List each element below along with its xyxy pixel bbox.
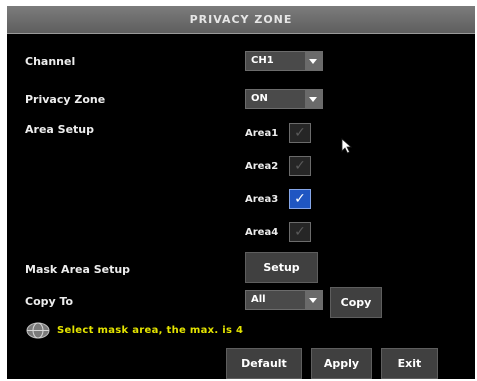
privacy-zone-dialog: PRIVACY ZONE Channel CH1 Privacy Zone ON… <box>7 6 475 379</box>
check-icon: ✓ <box>294 191 306 207</box>
exit-button[interactable]: Exit <box>381 348 438 379</box>
copy-button[interactable]: Copy <box>330 287 382 318</box>
default-button[interactable]: Default <box>226 348 302 379</box>
chevron-down-icon[interactable] <box>305 52 322 70</box>
area2-checkbox[interactable]: ✓ <box>289 156 311 176</box>
channel-value: CH1 <box>251 55 274 66</box>
area2-label: Area2 <box>245 161 279 172</box>
copy-to-select[interactable]: All <box>245 290 323 310</box>
copy-to-value: All <box>251 294 266 305</box>
area1-checkbox[interactable]: ✓ <box>289 123 311 143</box>
hint-text: Select mask area, the max. is 4 <box>57 325 244 336</box>
area3-label: Area3 <box>245 194 279 205</box>
chevron-down-icon[interactable] <box>305 90 322 108</box>
channel-select[interactable]: CH1 <box>245 51 323 71</box>
check-icon: ✓ <box>294 158 306 174</box>
area4-checkbox[interactable]: ✓ <box>289 222 311 242</box>
chevron-down-icon[interactable] <box>305 291 322 309</box>
copy-to-label: Copy To <box>25 295 74 308</box>
channel-label: Channel <box>25 55 76 68</box>
mouse-pointer-icon <box>341 138 353 154</box>
area4-label: Area4 <box>245 227 279 238</box>
setup-button[interactable]: Setup <box>245 252 318 283</box>
check-icon: ✓ <box>294 125 306 141</box>
privacy-zone-value: ON <box>251 93 268 104</box>
privacy-zone-label: Privacy Zone <box>25 93 106 106</box>
apply-button[interactable]: Apply <box>311 348 372 379</box>
area-setup-label: Area Setup <box>25 123 94 136</box>
globe-info-icon <box>26 322 50 339</box>
area3-checkbox[interactable]: ✓ <box>289 189 311 209</box>
dialog-title: PRIVACY ZONE <box>7 6 475 34</box>
privacy-zone-select[interactable]: ON <box>245 89 323 109</box>
check-icon: ✓ <box>294 224 306 240</box>
mask-area-setup-label: Mask Area Setup <box>25 263 131 276</box>
area1-label: Area1 <box>245 128 279 139</box>
